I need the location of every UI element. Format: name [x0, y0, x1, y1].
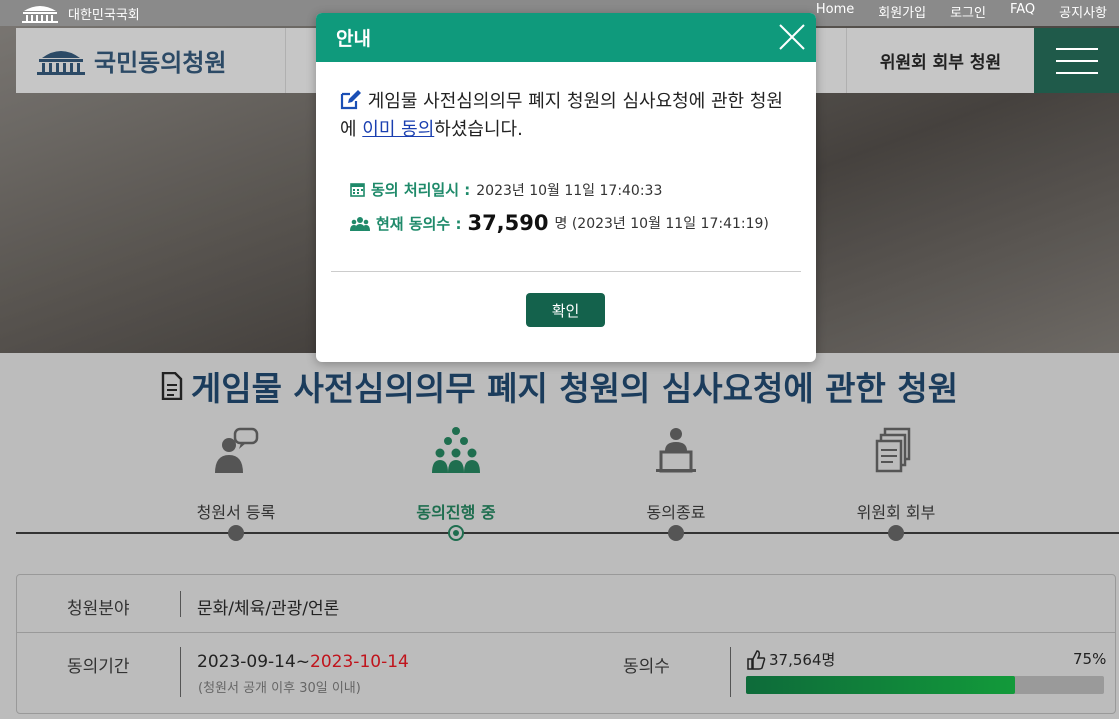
assembly-dome-icon: [37, 50, 85, 75]
field-value: 문화/체육/관광/언론: [197, 599, 340, 619]
assembly-label: 대한민국국회: [68, 7, 140, 23]
step-registration: 청원서 등록: [156, 425, 316, 541]
period-note: (청원서 공개 이후 30일 이내): [198, 681, 361, 696]
podium-person-icon: [656, 428, 696, 473]
step-dot: [448, 525, 464, 541]
count-label: 동의수: [623, 657, 670, 677]
thumbs-up-icon: [747, 649, 766, 670]
modal-header: 안내: [316, 13, 816, 62]
committee-petitions-link[interactable]: 위원회 회부 청원: [846, 28, 1034, 93]
notice-modal: 안내 게임물 사전심의의무 폐지 청원의 심사요청에 관한 청원에 이미 동의하…: [316, 13, 816, 362]
menu-line-icon: [1055, 71, 1098, 74]
hamburger-menu-button[interactable]: [1034, 28, 1119, 93]
current-count-row: 현재 동의수 : 37,590 명 (2023년 10월 11일 17:41:1…: [350, 211, 769, 235]
step-label: 청원서 등록: [196, 503, 276, 522]
edit-icon: [340, 90, 361, 110]
petition-title: 게임물 사전심의의무 폐지 청원의 심사요청에 관한 청원: [190, 369, 959, 408]
step-committee: 위원회 회부: [816, 425, 976, 541]
petition-info-table: 청원분야 문화/체육/관광/언론 동의기간 2023-09-14~2023-10…: [16, 574, 1116, 714]
progress-percent: 75%: [1073, 650, 1107, 668]
count-label: 현재 동의수 :: [376, 214, 462, 233]
progress-bar: [746, 676, 1104, 694]
national-assembly-link[interactable]: 대한민국국회: [20, 3, 140, 23]
link-login[interactable]: 로그인: [938, 2, 998, 21]
link-faq[interactable]: FAQ: [998, 2, 1047, 21]
count-value: 37,564명: [769, 651, 836, 669]
modal-title: 안내: [336, 28, 371, 50]
period-label: 동의기간: [67, 657, 130, 677]
count-value: 37,590: [467, 211, 549, 235]
step-closed: 동의종료: [596, 425, 756, 541]
step-in-progress: 동의진행 중: [376, 425, 536, 541]
modal-message: 게임물 사전심의의무 폐지 청원의 심사요청에 관한 청원에 이미 동의하셨습니…: [340, 88, 790, 144]
logo-text: 국민동의청원: [94, 49, 227, 77]
count-value-wrap: 37,564명: [746, 649, 835, 670]
document-stack-icon: [875, 427, 911, 473]
steps-line: [16, 532, 1119, 534]
field-label: 청원분야: [67, 599, 130, 619]
document-icon: [161, 372, 183, 400]
assembly-building-icon: [22, 6, 58, 23]
processed-datetime-row: 동의 처리일시 : 2023년 10월 11일 17:40:33: [350, 179, 662, 200]
step-dot: [228, 525, 244, 541]
message-post: 하셨습니다.: [434, 119, 523, 140]
step-label: 동의종료: [646, 503, 706, 522]
step-label: 위원회 회부: [856, 503, 936, 522]
users-icon: [350, 216, 370, 231]
processed-value: 2023년 10월 11일 17:40:33: [476, 182, 663, 199]
period-start: 2023-09-14~: [197, 652, 311, 672]
page-title: 게임물 사전심의의무 폐지 청원의 심사요청에 관한 청원: [0, 362, 1119, 410]
menu-line-icon: [1055, 47, 1098, 50]
progress-steps: 청원서 등록 동의진행 중 동의종료 위원회 회부: [16, 425, 1119, 545]
close-icon[interactable]: [778, 23, 806, 51]
already-agreed-link[interactable]: 이미 동의: [362, 119, 434, 140]
link-signup[interactable]: 회원가입: [866, 2, 938, 21]
count-suffix: 명 (2023년 10월 11일 17:41:19): [554, 216, 769, 232]
group-people-icon: [432, 427, 480, 473]
site-logo[interactable]: 국민동의청원: [16, 28, 286, 93]
calendar-icon: [350, 183, 365, 197]
progress-bar-fill: [746, 676, 1015, 694]
processed-label: 동의 처리일시 :: [371, 181, 471, 199]
speech-person-icon: [215, 427, 259, 473]
step-dot: [668, 525, 684, 541]
period-end: 2023-10-14: [310, 652, 409, 672]
menu-line-icon: [1055, 59, 1098, 62]
period-value: 2023-09-14~2023-10-14: [197, 652, 409, 672]
row-separator: [180, 591, 181, 617]
info-row-field: 청원분야 문화/체육/관광/언론: [17, 575, 1115, 633]
row-separator: [180, 647, 181, 697]
utility-links: Home 회원가입 로그인 FAQ 공지사항: [804, 2, 1119, 21]
confirm-button[interactable]: 확인: [526, 293, 605, 327]
link-notice[interactable]: 공지사항: [1047, 2, 1119, 21]
modal-divider: [331, 271, 801, 272]
step-label: 동의진행 중: [416, 503, 496, 522]
row-separator: [730, 647, 731, 697]
step-dot: [888, 525, 904, 541]
